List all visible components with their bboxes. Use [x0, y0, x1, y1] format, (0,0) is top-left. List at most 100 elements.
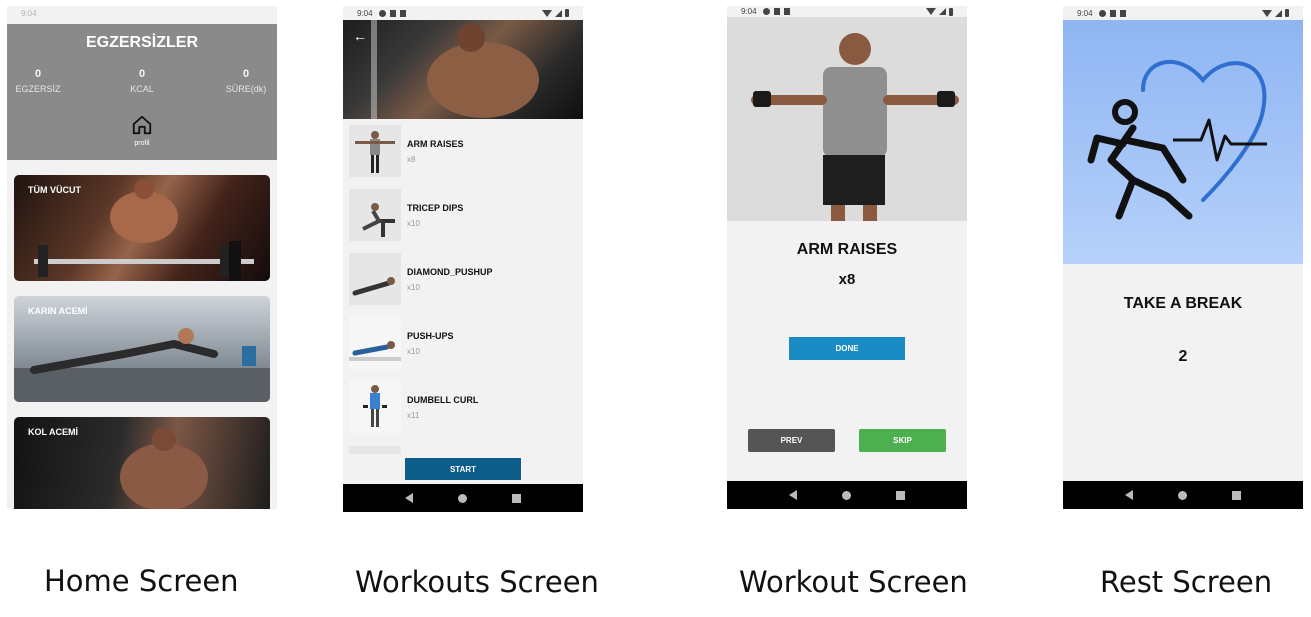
nav-recents-icon[interactable] [511, 493, 521, 503]
exercise-reps: x11 [407, 411, 420, 420]
nav-home-icon[interactable] [841, 490, 851, 500]
card-full-body[interactable]: TÜM VÜCUT [14, 175, 270, 281]
pushup-figure [349, 341, 401, 361]
stat-kcal-value: 0 [138, 68, 146, 80]
stat-kcal: 0 KCAL [115, 68, 169, 94]
sd-card-icon [1109, 9, 1116, 17]
stat-kcal-label: KCAL [130, 84, 154, 94]
sd-card-icon [773, 8, 780, 15]
battery-icon [565, 9, 569, 17]
status-bar: 9:04 [343, 6, 583, 20]
nav-home-icon[interactable] [457, 493, 467, 503]
exercise-reps: x8 [407, 155, 416, 164]
exercise-name: DIAMOND_PUSHUP [407, 267, 493, 277]
arm-raises-photo-figure [751, 33, 959, 221]
sd-card-icon [389, 9, 396, 17]
home-title: EGZERSİZLER [85, 34, 198, 51]
arrow-left-icon[interactable]: ← [353, 28, 367, 44]
caption-home: Home Screen [44, 564, 239, 598]
diamond-pushup-figure [352, 277, 395, 296]
nav-back-icon[interactable] [405, 493, 414, 503]
battery-icon [1285, 9, 1289, 17]
workouts-screen: 9:04 ← ARM RAISES x8 TRICEP DIPS x10 DIA… [343, 6, 583, 512]
card-arm-beginner[interactable]: KOL ACEMİ [14, 417, 270, 509]
wifi-icon [926, 8, 936, 15]
card-full-body-label: TÜM VÜCUT [28, 185, 81, 195]
caption-rest: Rest Screen [1100, 565, 1273, 599]
rest-countdown: 2 [1178, 348, 1188, 365]
nav-home-icon[interactable] [1177, 490, 1187, 500]
notification-icon [378, 9, 386, 17]
battery-icon [949, 7, 953, 16]
exercise-thumbnail [349, 317, 401, 369]
notification-icon [762, 8, 770, 15]
stat-exercises-label: EGZERSİZ [15, 84, 61, 94]
exercise-reps: x10 [407, 283, 420, 292]
profile-label[interactable]: profil [7, 140, 277, 147]
android-nav-bar [727, 481, 967, 509]
arm-raises-figure [355, 131, 395, 173]
exercise-name: DUMBELL CURL [407, 395, 479, 405]
exercise-item[interactable]: ARM RAISES x8 [349, 125, 579, 177]
exercise-item[interactable]: DUMBELL CURL x11 [349, 381, 579, 433]
start-button[interactable]: START [405, 458, 521, 480]
rest-title: TAKE A BREAK [1123, 295, 1243, 312]
storage-icon [399, 9, 406, 17]
exercise-item[interactable]: DIAMOND_PUSHUP x10 [349, 253, 579, 305]
exercise-thumbnail [349, 125, 401, 177]
status-time: 9:04 [1077, 8, 1093, 18]
stat-duration-label: SÜRE(dk) [225, 84, 267, 94]
android-nav-bar [343, 484, 583, 512]
workout-screen: 9:04 ARM RAISES x8 DONE PREV SKIP [727, 6, 967, 509]
prev-button[interactable]: PREV [748, 429, 835, 452]
stat-duration-value: 0 [242, 68, 250, 80]
exercise-title: ARM RAISES [796, 241, 898, 258]
exercise-thumbnail [349, 253, 401, 305]
card-abs-beginner-label: KARIN ACEMİ [28, 306, 88, 316]
workout-hero-image: ← [343, 20, 583, 119]
wifi-icon [542, 9, 552, 17]
nav-recents-icon[interactable] [895, 490, 905, 500]
exercise-thumbnail [349, 189, 401, 241]
status-time: 9:04 [741, 7, 757, 16]
wifi-icon [1262, 9, 1272, 17]
exercise-name: PUSH-UPS [407, 331, 454, 341]
exercise-count: x8 [838, 271, 856, 288]
exercise-reps: x10 [407, 219, 420, 228]
exercise-reps: x10 [407, 347, 420, 356]
android-nav-bar [1063, 481, 1303, 509]
card-abs-beginner[interactable]: KARIN ACEMİ [14, 296, 270, 402]
done-button[interactable]: DONE [789, 337, 905, 360]
storage-icon [783, 8, 790, 15]
exercise-item[interactable]: TRICEP DIPS x10 [349, 189, 579, 241]
exercise-photo [727, 17, 967, 221]
caption-workouts: Workouts Screen [355, 565, 599, 599]
screens-overview: 9:04 EGZERSİZLER 0 EGZERSİZ 0 KCAL 0 SÜR… [0, 0, 1311, 617]
nav-back-icon[interactable] [789, 490, 798, 500]
exercise-thumbnail [349, 381, 401, 433]
skip-button[interactable]: SKIP [859, 429, 946, 452]
exercise-thumbnail-partial [349, 446, 401, 454]
signal-icon [555, 9, 562, 17]
running-heart-icon [1087, 60, 1267, 220]
storage-icon [1119, 9, 1126, 17]
rest-illustration [1063, 20, 1303, 264]
status-time: 9:04 [357, 8, 373, 18]
exercise-name: TRICEP DIPS [407, 203, 464, 213]
home-screen: 9:04 EGZERSİZLER 0 EGZERSİZ 0 KCAL 0 SÜR… [7, 6, 277, 509]
card-arm-beginner-label: KOL ACEMİ [28, 427, 79, 437]
home-header: EGZERSİZLER 0 EGZERSİZ 0 KCAL 0 SÜRE(dk)… [7, 24, 277, 160]
nav-recents-icon[interactable] [1231, 490, 1241, 500]
home-icon[interactable] [131, 114, 153, 136]
status-bar: 9:04 [7, 6, 277, 20]
stat-exercises: 0 EGZERSİZ [11, 68, 65, 94]
exercise-item[interactable]: PUSH-UPS x10 [349, 317, 579, 369]
notification-icon [1098, 9, 1106, 17]
exercise-name: ARM RAISES [407, 139, 464, 149]
caption-workout: Workout Screen [739, 565, 968, 599]
dumbbell-curl-figure [363, 385, 387, 427]
nav-back-icon[interactable] [1125, 490, 1134, 500]
status-time: 9:04 [21, 8, 37, 18]
signal-icon [939, 8, 946, 15]
bodybuilder-graphic [371, 20, 539, 119]
